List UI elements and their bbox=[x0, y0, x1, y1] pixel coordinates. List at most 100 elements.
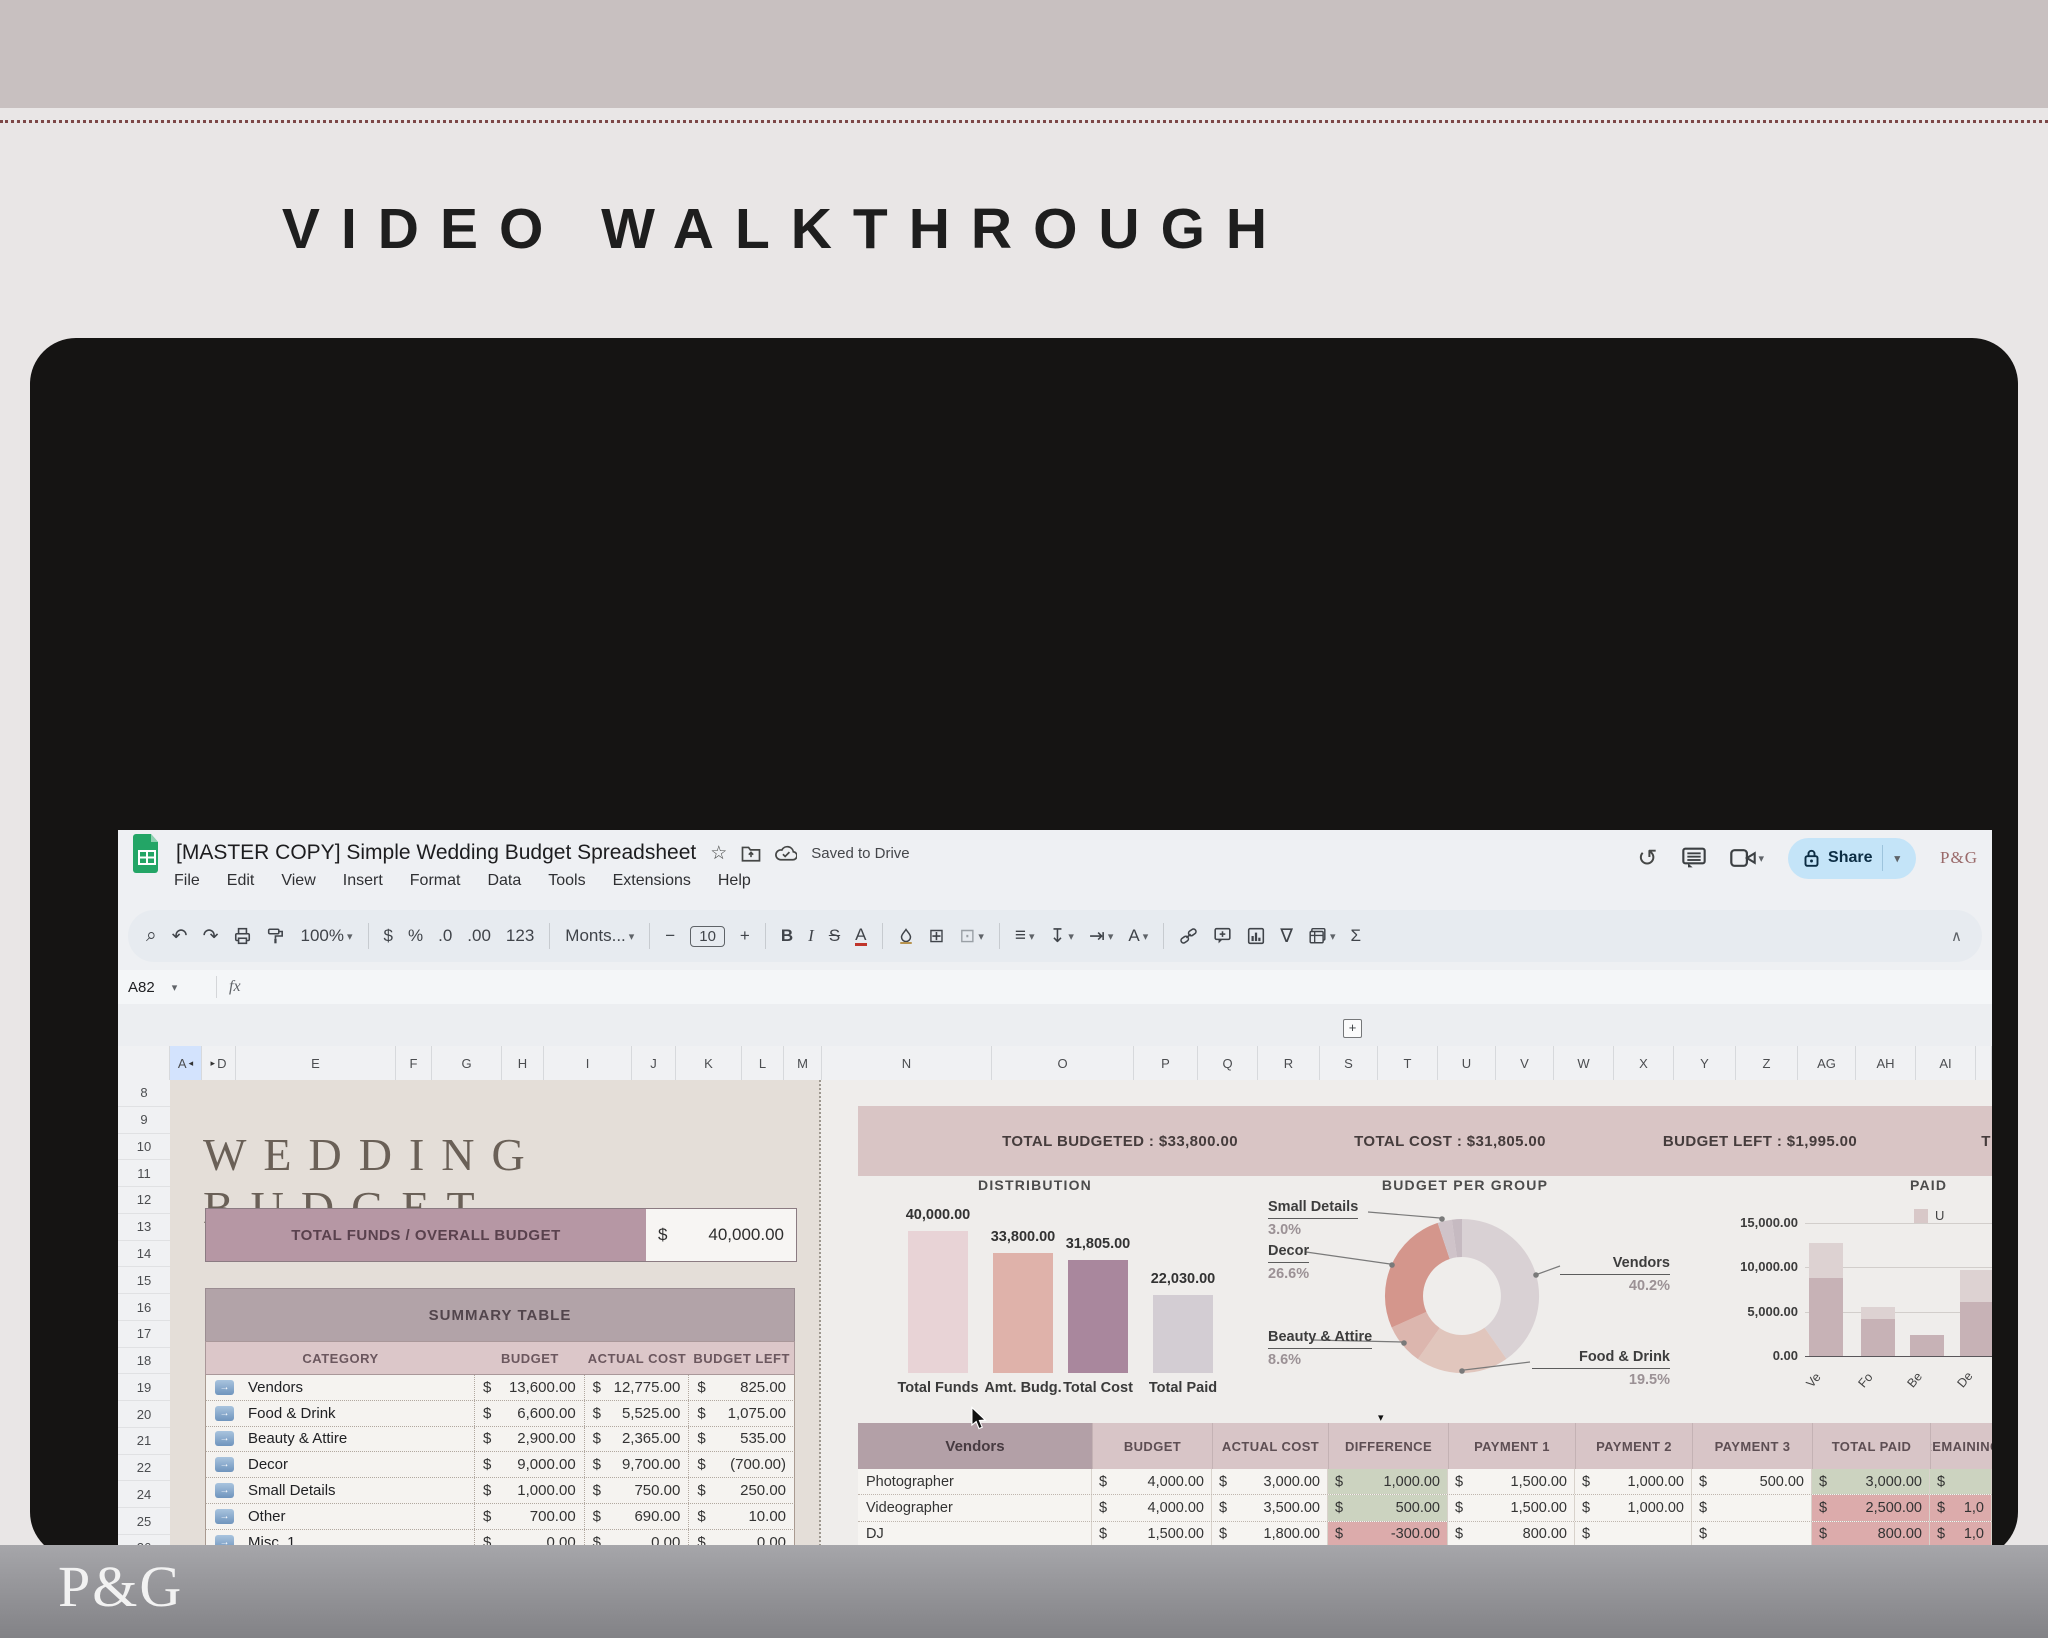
summary-row[interactable]: →Small Details$1,000.00$750.00$250.00 bbox=[205, 1478, 795, 1504]
vendor-budget-cell[interactable]: $1,500.00 bbox=[1092, 1522, 1212, 1547]
functions-icon[interactable]: Σ bbox=[1351, 926, 1362, 946]
vendor-paid-cell[interactable]: $3,000.00 bbox=[1812, 1469, 1930, 1494]
share-chevron-icon[interactable]: ▾ bbox=[1895, 852, 1901, 865]
column-header-H[interactable]: H bbox=[502, 1046, 544, 1080]
vendor-paid-cell[interactable]: $2,500.00 bbox=[1812, 1495, 1930, 1520]
menu-tools[interactable]: Tools bbox=[548, 872, 585, 890]
summary-actual-cell[interactable]: $2,365.00 bbox=[585, 1427, 690, 1452]
paint-format-icon[interactable] bbox=[267, 927, 285, 945]
vendor-p3-cell[interactable]: $ bbox=[1692, 1522, 1812, 1547]
total-funds-value-cell[interactable]: $ 40,000.00 bbox=[646, 1209, 796, 1261]
column-header-M[interactable]: M bbox=[784, 1046, 822, 1080]
insert-chart-icon[interactable] bbox=[1247, 927, 1265, 945]
vendors-header-remaining[interactable]: REMAINING bbox=[1930, 1423, 1992, 1469]
vendor-diff-cell[interactable]: $-300.00 bbox=[1328, 1522, 1448, 1547]
go-to-arrow-icon[interactable]: → bbox=[215, 1483, 234, 1498]
vendor-p1-cell[interactable]: $1,500.00 bbox=[1448, 1495, 1575, 1520]
column-header-O[interactable]: O bbox=[992, 1046, 1134, 1080]
menu-data[interactable]: Data bbox=[487, 872, 521, 890]
summary-category-cell[interactable]: →Beauty & Attire bbox=[206, 1427, 475, 1452]
vendors-header-actual-cost[interactable]: ACTUAL COST bbox=[1212, 1423, 1328, 1469]
account-avatar[interactable]: P&G bbox=[1940, 848, 1978, 868]
bold-icon[interactable]: B bbox=[781, 926, 793, 946]
column-header-G[interactable]: G bbox=[432, 1046, 502, 1080]
fill-color-icon[interactable] bbox=[898, 927, 914, 945]
summary-row[interactable]: →Food & Drink$6,600.00$5,525.00$1,075.00 bbox=[205, 1401, 795, 1427]
column-header-X[interactable]: X bbox=[1614, 1046, 1674, 1080]
text-color-icon[interactable]: A bbox=[855, 926, 866, 946]
increase-font-size-icon[interactable]: + bbox=[740, 926, 750, 946]
column-header-J[interactable]: J bbox=[632, 1046, 676, 1080]
table-views-icon[interactable]: ▾ bbox=[1308, 927, 1336, 945]
text-rotation-icon[interactable]: A▾ bbox=[1128, 926, 1148, 946]
column-header-AH[interactable]: AH bbox=[1856, 1046, 1916, 1080]
decrease-decimal-icon[interactable]: .0 bbox=[438, 926, 452, 946]
font-family-select[interactable]: Monts...▾ bbox=[565, 926, 634, 946]
vendor-p3-cell[interactable]: $500.00 bbox=[1692, 1469, 1812, 1494]
vendor-diff-cell[interactable]: $500.00 bbox=[1328, 1495, 1448, 1520]
go-to-arrow-icon[interactable]: → bbox=[215, 1457, 234, 1472]
italic-icon[interactable]: I bbox=[808, 926, 814, 946]
redo-icon[interactable]: ↷ bbox=[203, 925, 219, 948]
column-header-A[interactable]: A◂ bbox=[170, 1046, 202, 1080]
vendor-paid-cell[interactable]: $800.00 bbox=[1812, 1522, 1930, 1547]
row-header-15[interactable]: 15 bbox=[118, 1267, 170, 1294]
comment-history-icon[interactable] bbox=[1682, 847, 1706, 869]
column-header-AG[interactable]: AG bbox=[1798, 1046, 1856, 1080]
column-header-W[interactable]: W bbox=[1554, 1046, 1614, 1080]
column-header-I[interactable]: I bbox=[544, 1046, 632, 1080]
search-icon[interactable]: ⌕ bbox=[146, 925, 157, 947]
vendor-row[interactable]: Photographer$4,000.00$3,000.00$1,000.00$… bbox=[858, 1469, 1992, 1495]
version-history-icon[interactable]: ↺ bbox=[1637, 844, 1657, 873]
row-header-14[interactable]: 14 bbox=[118, 1241, 170, 1268]
column-header-Z[interactable]: Z bbox=[1736, 1046, 1798, 1080]
vendors-header-payment-1[interactable]: PAYMENT 1 bbox=[1448, 1423, 1575, 1469]
summary-budget-cell[interactable]: $6,600.00 bbox=[475, 1401, 585, 1426]
summary-left-cell[interactable]: $(700.00) bbox=[689, 1452, 794, 1477]
undo-icon[interactable]: ↶ bbox=[172, 925, 188, 948]
merge-cells-icon[interactable]: ⊡▾ bbox=[959, 925, 983, 948]
vendor-rem-cell[interactable]: $ bbox=[1930, 1469, 1992, 1494]
horizontal-align-icon[interactable]: ≡▾ bbox=[1015, 925, 1035, 947]
banner-item[interactable]: BUDGET LEFT : $1,995.00 bbox=[1663, 1106, 1857, 1176]
column-header-T[interactable]: T bbox=[1378, 1046, 1438, 1080]
summary-actual-cell[interactable]: $5,525.00 bbox=[585, 1401, 690, 1426]
summary-budget-cell[interactable]: $1,000.00 bbox=[475, 1478, 585, 1503]
summary-category-cell[interactable]: →Decor bbox=[206, 1452, 475, 1477]
vendor-diff-cell[interactable]: $1,000.00 bbox=[1328, 1469, 1448, 1494]
vendor-name-cell[interactable]: Photographer bbox=[858, 1469, 1092, 1494]
vendors-header-payment-2[interactable]: PAYMENT 2 bbox=[1575, 1423, 1692, 1469]
star-icon[interactable]: ☆ bbox=[710, 842, 727, 865]
row-header-9[interactable]: 9 bbox=[118, 1107, 170, 1134]
row-header-24[interactable]: 24 bbox=[118, 1481, 170, 1508]
banner-item[interactable]: T bbox=[1981, 1106, 1991, 1176]
summary-row[interactable]: →Decor$9,000.00$9,700.00$(700.00) bbox=[205, 1452, 795, 1478]
column-header-Q[interactable]: Q bbox=[1198, 1046, 1258, 1080]
summary-budget-cell[interactable]: $9,000.00 bbox=[475, 1452, 585, 1477]
column-header-R[interactable]: R bbox=[1258, 1046, 1320, 1080]
summary-category-cell[interactable]: →Food & Drink bbox=[206, 1401, 475, 1426]
summary-left-cell[interactable]: $250.00 bbox=[689, 1478, 794, 1503]
vendor-name-cell[interactable]: DJ bbox=[858, 1522, 1092, 1547]
number-format-icon[interactable]: 123 bbox=[506, 926, 534, 946]
summary-category-cell[interactable]: →Other bbox=[206, 1504, 475, 1529]
insert-link-icon[interactable] bbox=[1179, 927, 1198, 945]
increase-decimal-icon[interactable]: .00 bbox=[467, 926, 491, 946]
summary-left-cell[interactable]: $1,075.00 bbox=[689, 1401, 794, 1426]
strikethrough-icon[interactable]: S bbox=[829, 926, 840, 946]
expand-hidden-columns-button[interactable]: + bbox=[1343, 1019, 1362, 1038]
vendor-p2-cell[interactable]: $ bbox=[1575, 1522, 1692, 1547]
vendors-header-difference[interactable]: DIFFERENCE bbox=[1328, 1423, 1448, 1469]
banner-item[interactable]: TOTAL COST : $31,805.00 bbox=[1354, 1106, 1546, 1176]
column-header-P[interactable]: P bbox=[1134, 1046, 1198, 1080]
column-header-AI[interactable]: AI bbox=[1916, 1046, 1976, 1080]
row-header-16[interactable]: 16 bbox=[118, 1294, 170, 1321]
column-header-E[interactable]: E bbox=[236, 1046, 396, 1080]
namebox-chevron-icon[interactable]: ▾ bbox=[172, 981, 178, 994]
vendor-rem-cell[interactable]: $1,0 bbox=[1930, 1495, 1992, 1520]
go-to-arrow-icon[interactable]: → bbox=[215, 1380, 234, 1395]
summary-category-cell[interactable]: →Vendors bbox=[206, 1375, 475, 1400]
go-to-arrow-icon[interactable]: → bbox=[215, 1406, 234, 1421]
column-header-L[interactable]: L bbox=[742, 1046, 784, 1080]
summary-budget-cell[interactable]: $13,600.00 bbox=[475, 1375, 585, 1400]
